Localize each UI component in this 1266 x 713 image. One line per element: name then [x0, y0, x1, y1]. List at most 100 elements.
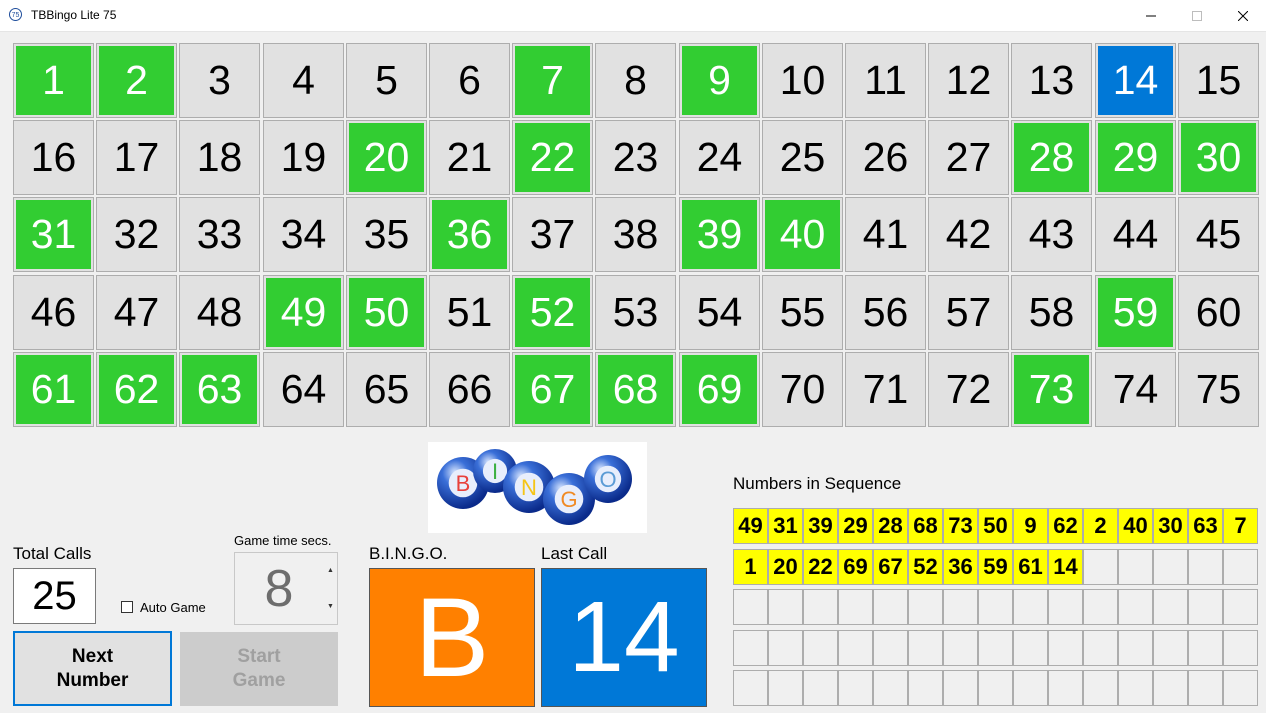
board-cell-14[interactable]: 14	[1095, 43, 1176, 118]
board-cell-29[interactable]: 29	[1095, 120, 1176, 195]
board-cell-45[interactable]: 45	[1178, 197, 1259, 272]
board-cell-57[interactable]: 57	[928, 275, 1009, 350]
sequence-cell-40: 40	[1118, 508, 1153, 544]
board-cell-5[interactable]: 5	[346, 43, 427, 118]
board-cell-66[interactable]: 66	[429, 352, 510, 427]
board-cell-50[interactable]: 50	[346, 275, 427, 350]
board-cell-13[interactable]: 13	[1011, 43, 1092, 118]
board-cell-27[interactable]: 27	[928, 120, 1009, 195]
board-cell-35[interactable]: 35	[346, 197, 427, 272]
board-cell-48[interactable]: 48	[179, 275, 260, 350]
board-cell-33[interactable]: 33	[179, 197, 260, 272]
board-cell-17[interactable]: 17	[96, 120, 177, 195]
board-cell-10[interactable]: 10	[762, 43, 843, 118]
board-cell-36[interactable]: 36	[429, 197, 510, 272]
board-cell-3[interactable]: 3	[179, 43, 260, 118]
board-cell-47[interactable]: 47	[96, 275, 177, 350]
sequence-cell-39: 39	[803, 508, 838, 544]
board-cell-4[interactable]: 4	[263, 43, 344, 118]
close-button[interactable]	[1220, 0, 1266, 31]
board-cell-49[interactable]: 49	[263, 275, 344, 350]
board-cell-20[interactable]: 20	[346, 120, 427, 195]
board-cell-12[interactable]: 12	[928, 43, 1009, 118]
sequence-cell-empty	[1153, 670, 1188, 706]
game-time-spinner[interactable]: 8 ▲ ▼	[234, 552, 338, 625]
board-cell-55[interactable]: 55	[762, 275, 843, 350]
board-cell-26[interactable]: 26	[845, 120, 926, 195]
game-time-value[interactable]: 8	[235, 553, 323, 624]
board-cell-43[interactable]: 43	[1011, 197, 1092, 272]
board-cell-64[interactable]: 64	[263, 352, 344, 427]
board-cell-28[interactable]: 28	[1011, 120, 1092, 195]
board-cell-74[interactable]: 74	[1095, 352, 1176, 427]
spin-down-icon[interactable]: ▼	[323, 589, 338, 624]
board-cell-18[interactable]: 18	[179, 120, 260, 195]
sequence-cell-empty	[1188, 549, 1223, 585]
board-cell-61[interactable]: 61	[13, 352, 94, 427]
board-cell-71[interactable]: 71	[845, 352, 926, 427]
board-cell-41[interactable]: 41	[845, 197, 926, 272]
board-cell-67[interactable]: 67	[512, 352, 593, 427]
sequence-cell-empty	[943, 670, 978, 706]
board-cell-75[interactable]: 75	[1178, 352, 1259, 427]
board-cell-42[interactable]: 42	[928, 197, 1009, 272]
board-cell-9[interactable]: 9	[679, 43, 760, 118]
board-cell-24[interactable]: 24	[679, 120, 760, 195]
game-time-label: Game time secs.	[234, 533, 332, 548]
board-cell-53[interactable]: 53	[595, 275, 676, 350]
board-cell-11[interactable]: 11	[845, 43, 926, 118]
board-cell-63[interactable]: 63	[179, 352, 260, 427]
board-cell-19[interactable]: 19	[263, 120, 344, 195]
board-cell-30[interactable]: 30	[1178, 120, 1259, 195]
board-cell-40[interactable]: 40	[762, 197, 843, 272]
board-cell-39[interactable]: 39	[679, 197, 760, 272]
board-cell-68[interactable]: 68	[595, 352, 676, 427]
board-cell-15[interactable]: 15	[1178, 43, 1259, 118]
spin-up-icon[interactable]: ▲	[323, 553, 338, 588]
board-cell-72[interactable]: 72	[928, 352, 1009, 427]
board-cell-58[interactable]: 58	[1011, 275, 1092, 350]
board-cell-7[interactable]: 7	[512, 43, 593, 118]
board-cell-32[interactable]: 32	[96, 197, 177, 272]
board-cell-21[interactable]: 21	[429, 120, 510, 195]
sequence-cell-49: 49	[733, 508, 768, 544]
board-cell-65[interactable]: 65	[346, 352, 427, 427]
maximize-button[interactable]	[1174, 0, 1220, 31]
board-cell-37[interactable]: 37	[512, 197, 593, 272]
sequence-cell-30: 30	[1153, 508, 1188, 544]
auto-game-label[interactable]: Auto Game	[140, 600, 206, 615]
board-cell-22[interactable]: 22	[512, 120, 593, 195]
board-cell-54[interactable]: 54	[679, 275, 760, 350]
board-cell-8[interactable]: 8	[595, 43, 676, 118]
board-cell-25[interactable]: 25	[762, 120, 843, 195]
board-cell-34[interactable]: 34	[263, 197, 344, 272]
board-cell-52[interactable]: 52	[512, 275, 593, 350]
board-cell-56[interactable]: 56	[845, 275, 926, 350]
start-game-button[interactable]: Start Game	[180, 632, 338, 706]
sequence-cell-empty	[1153, 589, 1188, 625]
board-cell-16[interactable]: 16	[13, 120, 94, 195]
board-cell-31[interactable]: 31	[13, 197, 94, 272]
board-cell-69[interactable]: 69	[679, 352, 760, 427]
board-cell-60[interactable]: 60	[1178, 275, 1259, 350]
board-cell-6[interactable]: 6	[429, 43, 510, 118]
board-cell-62[interactable]: 62	[96, 352, 177, 427]
minimize-icon	[1146, 15, 1156, 16]
sequence-cell-empty	[908, 589, 943, 625]
board-cell-23[interactable]: 23	[595, 120, 676, 195]
auto-game-checkbox[interactable]	[121, 601, 133, 613]
board-cell-2[interactable]: 2	[96, 43, 177, 118]
board-cell-46[interactable]: 46	[13, 275, 94, 350]
board-cell-1[interactable]: 1	[13, 43, 94, 118]
minimize-button[interactable]	[1128, 0, 1174, 31]
board-cell-70[interactable]: 70	[762, 352, 843, 427]
board-cell-38[interactable]: 38	[595, 197, 676, 272]
sequence-cell-empty	[1083, 589, 1118, 625]
board-cell-44[interactable]: 44	[1095, 197, 1176, 272]
board-cell-59[interactable]: 59	[1095, 275, 1176, 350]
sequence-cell-empty	[978, 670, 1013, 706]
next-number-button[interactable]: Next Number	[13, 631, 172, 706]
board-cell-51[interactable]: 51	[429, 275, 510, 350]
board-cell-73[interactable]: 73	[1011, 352, 1092, 427]
bingo-letter-display: B	[369, 568, 535, 707]
